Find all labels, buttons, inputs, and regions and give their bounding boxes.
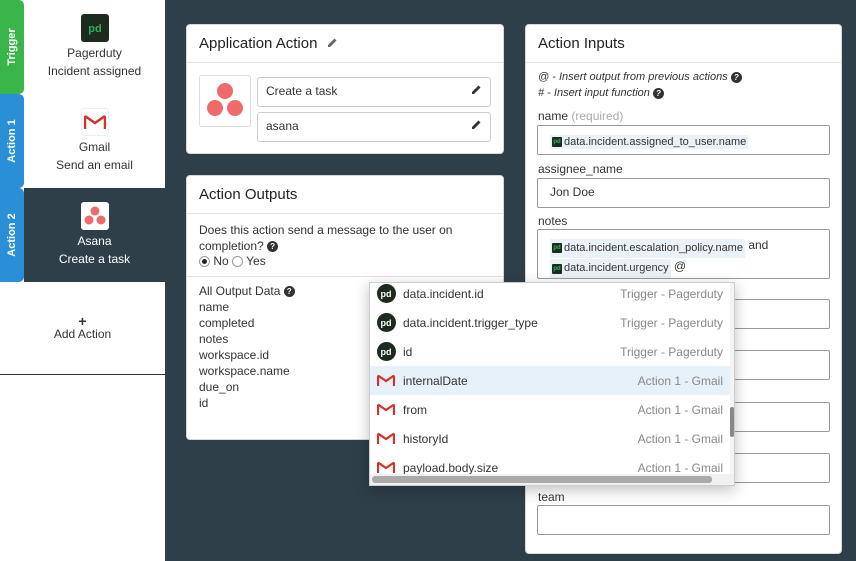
pencil-icon[interactable] [471,119,482,133]
pagerduty-icon: pd [552,137,562,147]
step-title: Pagerduty [67,46,122,60]
action-1-tab[interactable]: Action 1 [0,94,24,188]
step-action-1[interactable]: Action 1 Gmail Send an email [0,94,165,188]
scrollbar-thumb[interactable] [730,407,734,437]
completion-radio-group: No Yes [187,254,503,277]
dropdown-item[interactable]: pd data.incident.id Trigger - Pagerduty [370,283,733,308]
variable-token[interactable]: pd data.incident.escalation_policy.name [550,238,745,258]
radio-no[interactable] [199,256,210,268]
horizontal-scrollbar[interactable] [370,474,734,485]
radio-yes[interactable] [232,256,244,268]
dropdown-item[interactable]: historyId Action 1 - Gmail [370,424,733,453]
step-action-2-body[interactable]: Asana Create a task [24,188,165,282]
name-label: name (required) [538,109,624,123]
panel-title: Application Action [187,25,503,63]
panel-title: Action Outputs [187,176,503,214]
inputs-help: @ - Insert output from previous actions … [526,63,841,101]
help-icon[interactable]: ? [267,241,279,253]
step-title: Gmail [78,140,111,154]
help-icon[interactable]: ? [730,71,742,83]
step-subtitle: Send an email [56,158,133,172]
svg-text:pd: pd [88,23,101,35]
workflow-sidebar: Trigger pd Pagerduty Incident assigned A… [0,0,165,561]
help-icon[interactable]: ? [283,286,295,298]
app-select[interactable]: asana [257,112,491,142]
step-action-2[interactable]: Action 2 Asana Create a task [0,188,165,282]
dropdown-item[interactable]: pd id Trigger - Pagerduty [370,337,733,366]
step-trigger-body[interactable]: pd Pagerduty Incident assigned [24,0,165,94]
step-action-1-body[interactable]: Gmail Send an email [24,94,165,188]
step-title: Asana [77,234,112,248]
completion-question: Does this action send a message to the u… [199,223,453,253]
name-input[interactable]: pd data.incident.assigned_to_user.name [537,125,830,155]
dropdown-item[interactable]: from Action 1 - Gmail [370,395,733,424]
gmail-icon [376,429,396,449]
dropdown-item[interactable]: pd data.incident.trigger_type Trigger - … [370,308,733,337]
trigger-tab[interactable]: Trigger [0,0,24,94]
notes-input[interactable]: pd data.incident.escalation_policy.name a… [537,229,830,279]
step-subtitle: Incident assigned [47,64,142,78]
scrollbar-thumb[interactable] [372,476,712,483]
variable-token[interactable]: pd data.incident.assigned_to_user.name [550,135,749,149]
pagerduty-icon: pd [80,14,109,42]
help-icon[interactable]: ? [652,87,664,99]
asana-logo [199,75,251,127]
team-label: team [538,490,565,504]
step-subtitle: Create a task [58,252,131,266]
variable-autocomplete-dropdown[interactable]: pd data.incident.id Trigger - Pagerduty … [369,282,735,486]
action-2-tab[interactable]: Action 2 [0,188,24,282]
pagerduty-icon: pd [552,263,562,274]
assignee-label: assignee_name [538,162,623,176]
pagerduty-icon: pd [376,313,396,333]
add-action-button[interactable]: + Add Action [0,282,165,375]
pagerduty-icon: pd [552,243,562,253]
application-action-panel: Application Action Create a task asana [186,24,504,154]
dropdown-item-highlighted[interactable]: internalDate Action 1 - Gmail [370,366,733,395]
step-trigger[interactable]: Trigger pd Pagerduty Incident assigned [0,0,165,94]
notes-label: notes [538,214,568,228]
pagerduty-icon: pd [376,284,396,304]
assignee-input[interactable]: Jon Doe [537,178,830,208]
variable-token[interactable]: pd data.incident.urgency [550,259,671,278]
all-output-label: All Output Data [199,284,281,298]
panel-title: Action Inputs [526,25,841,63]
vertical-scrollbar[interactable] [730,283,734,485]
gmail-icon [376,371,396,391]
plus-icon: + [78,313,87,329]
pencil-icon[interactable] [471,84,482,98]
asana-icon [80,202,109,230]
pagerduty-icon: pd [376,342,396,362]
gmail-icon [376,400,396,420]
pencil-icon[interactable] [327,37,338,51]
add-action-label: Add Action [53,327,112,341]
gmail-icon [80,108,109,136]
action-select[interactable]: Create a task [257,77,491,107]
team-input[interactable] [537,505,830,535]
